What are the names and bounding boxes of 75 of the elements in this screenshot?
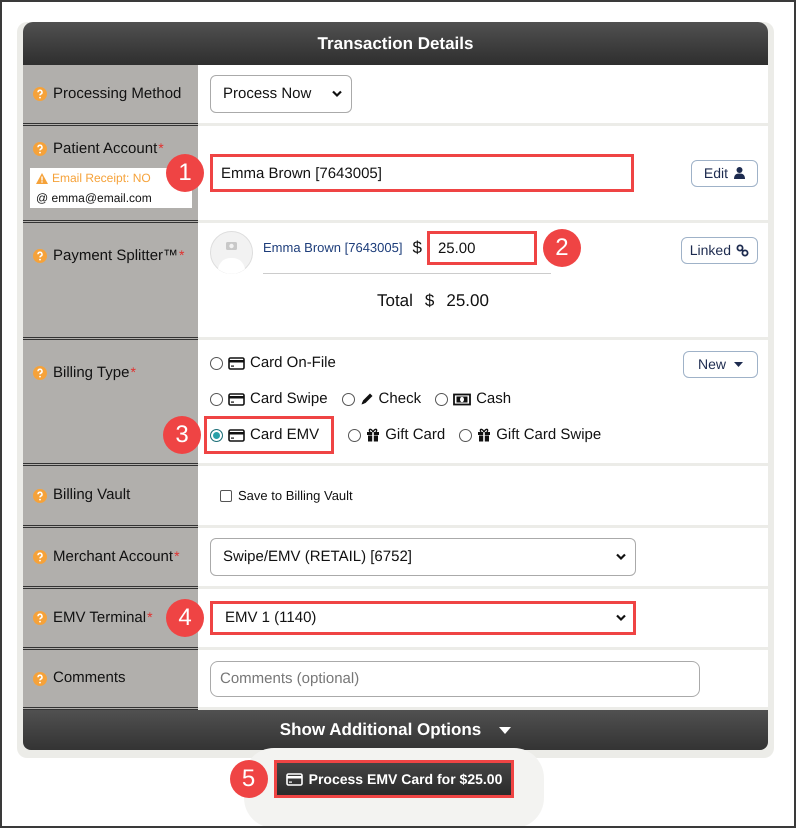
new-button[interactable]: New bbox=[682, 351, 758, 378]
option-label: Card Swipe bbox=[250, 388, 328, 409]
warning-icon bbox=[36, 172, 48, 184]
help-icon bbox=[33, 142, 47, 156]
field-label: Billing Type bbox=[53, 363, 130, 383]
email-address: @ emma@email.com bbox=[36, 190, 153, 208]
required-mark: * bbox=[147, 608, 153, 627]
credit-card-icon bbox=[228, 392, 245, 406]
currency-symbol: $ bbox=[412, 237, 422, 260]
avatar-icon bbox=[210, 231, 253, 274]
callout-badge: 2 bbox=[542, 229, 581, 267]
checkbox-label: Save to Billing Vault bbox=[238, 486, 353, 505]
field-label: Billing Vault bbox=[53, 485, 130, 506]
dropdown[interactable]: Process Now bbox=[210, 75, 352, 113]
help-icon bbox=[33, 550, 47, 564]
dropdown[interactable]: Swipe/EMV (RETAIL) [6752] bbox=[210, 538, 636, 576]
required-mark: * bbox=[158, 138, 164, 158]
total-amount: 25.00 bbox=[446, 290, 489, 312]
account-field[interactable]: Emma Brown [7643005] bbox=[210, 154, 634, 192]
help-icon bbox=[33, 249, 47, 264]
option-label: Gift Card bbox=[385, 424, 446, 445]
required-mark: * bbox=[179, 246, 184, 265]
callout-badge: 5 bbox=[230, 760, 268, 798]
required-mark: * bbox=[174, 546, 180, 566]
help-icon bbox=[33, 611, 47, 625]
radio-button[interactable] bbox=[342, 392, 355, 406]
currency-symbol: $ bbox=[424, 290, 434, 312]
dropdown[interactable]: EMV 1 (1140) bbox=[210, 601, 636, 635]
help-icon bbox=[33, 87, 47, 101]
edit-button[interactable]: Edit bbox=[690, 160, 758, 186]
radio-button[interactable] bbox=[210, 392, 223, 406]
field-label: Payment Splitter™ bbox=[53, 246, 178, 266]
help-icon bbox=[33, 488, 47, 502]
process-card-button[interactable]: Process EMV Card for $25.00 bbox=[274, 760, 514, 798]
chevron-icon bbox=[616, 614, 626, 622]
banknote-icon bbox=[453, 392, 472, 406]
gift-icon bbox=[477, 428, 492, 442]
radio-button[interactable] bbox=[459, 428, 472, 442]
comments-field[interactable]: Comments (optional) bbox=[210, 660, 700, 696]
option-label: Card On-File bbox=[250, 352, 336, 373]
credit-card-icon bbox=[228, 356, 245, 370]
amount-field[interactable]: 25.00 bbox=[426, 231, 537, 265]
gift-icon bbox=[366, 428, 380, 442]
additional-options-bar[interactable]: Show Additional Options bbox=[23, 710, 768, 750]
chevron-icon bbox=[616, 554, 626, 560]
link-icon bbox=[736, 244, 749, 257]
field-label: EMV Terminal bbox=[53, 608, 146, 628]
field-label: Patient Account bbox=[53, 138, 158, 159]
pencil-icon bbox=[360, 392, 374, 406]
radio-button[interactable] bbox=[210, 428, 223, 442]
user-icon bbox=[734, 167, 745, 179]
radio-button[interactable] bbox=[210, 356, 223, 370]
option-label: Gift Card Swipe bbox=[496, 424, 602, 445]
radio-button[interactable] bbox=[348, 428, 362, 442]
field-label: Merchant Account bbox=[53, 546, 174, 567]
required-mark: * bbox=[130, 363, 136, 382]
chevron-icon bbox=[332, 90, 342, 98]
caret-icon bbox=[499, 726, 512, 734]
credit-card-icon bbox=[286, 772, 303, 786]
caret-icon bbox=[734, 362, 743, 367]
help-icon bbox=[33, 366, 47, 380]
field-label: Processing Method bbox=[53, 84, 182, 104]
checkbox[interactable] bbox=[220, 490, 232, 502]
option-label: Check bbox=[378, 388, 422, 409]
account-link[interactable]: Emma Brown [7643005] bbox=[263, 238, 402, 258]
option-label: Card EMV bbox=[250, 424, 320, 445]
radio-button[interactable] bbox=[435, 392, 448, 406]
panel-title: Transaction Details bbox=[318, 32, 474, 55]
total-label: Total bbox=[377, 290, 413, 312]
field-label: Comments bbox=[53, 668, 126, 688]
help-icon bbox=[33, 672, 47, 686]
credit-card-icon bbox=[228, 428, 245, 442]
option-label: Cash bbox=[476, 388, 512, 409]
email-receipt-status: Email Receipt: NO bbox=[52, 170, 151, 188]
linked-button[interactable]: Linked bbox=[680, 237, 758, 264]
